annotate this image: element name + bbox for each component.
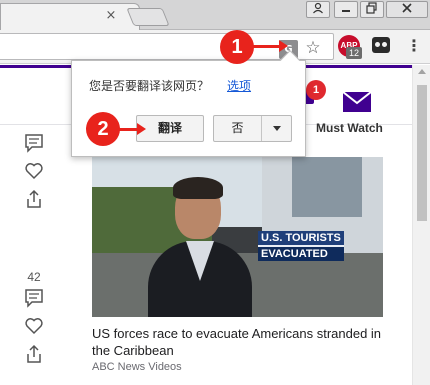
- adblock-badge: 12: [346, 47, 362, 59]
- scroll-up-arrow[interactable]: [418, 69, 426, 74]
- no-button[interactable]: 否: [213, 115, 292, 142]
- article-source: ABC News Videos: [92, 361, 182, 373]
- heart-icon[interactable]: [24, 316, 44, 336]
- side-actions-bottom: 42: [22, 270, 46, 372]
- vertical-scrollbar[interactable]: [412, 65, 430, 385]
- step-2-callout: 2: [86, 112, 120, 146]
- step-1-arrow: [252, 40, 288, 52]
- window-close-icon[interactable]: [386, 1, 428, 18]
- menu-icon[interactable]: ⋮: [406, 36, 422, 56]
- comment-icon[interactable]: [24, 133, 44, 153]
- anchor-figure: [148, 177, 252, 317]
- side-actions-top: [22, 133, 46, 217]
- tab-strip: ×: [0, 0, 430, 30]
- new-tab-button[interactable]: [126, 8, 170, 26]
- maximize-icon[interactable]: [360, 1, 384, 18]
- translate-question: 您是否要翻译该网页？: [89, 79, 210, 93]
- section-label: Must Watch: [316, 121, 383, 135]
- notification-badge: 1: [306, 80, 326, 100]
- browser-tab[interactable]: ×: [0, 3, 140, 30]
- share-icon[interactable]: [24, 344, 44, 364]
- step-2-arrow: [118, 123, 146, 135]
- translate-button[interactable]: 翻译: [136, 115, 204, 142]
- comment-count: 42: [27, 270, 41, 284]
- lower-third-line2: EVACUATED: [258, 247, 344, 261]
- minimize-icon[interactable]: [334, 1, 358, 18]
- user-icon[interactable]: [306, 1, 330, 18]
- lower-third: U.S. TOURISTS EVACUATED: [258, 231, 344, 261]
- share-icon[interactable]: [24, 189, 44, 209]
- chevron-down-icon[interactable]: [273, 126, 281, 131]
- scroll-thumb[interactable]: [417, 85, 427, 221]
- article-headline[interactable]: US forces race to evacuate Americans str…: [92, 325, 392, 359]
- options-link[interactable]: 选项: [227, 77, 251, 94]
- no-button-label[interactable]: 否: [214, 116, 262, 141]
- mail-icon[interactable]: [343, 92, 371, 112]
- comment-icon[interactable]: [24, 288, 44, 308]
- close-icon[interactable]: ×: [103, 8, 119, 24]
- lower-third-line1: U.S. TOURISTS: [258, 231, 344, 247]
- browser-toolbar: G ☆ ABP 12 ⋮: [0, 30, 430, 64]
- extension-icon[interactable]: [372, 37, 390, 53]
- video-thumbnail[interactable]: U.S. TOURISTS EVACUATED: [92, 157, 383, 317]
- step-1-callout: 1: [220, 30, 254, 64]
- heart-icon[interactable]: [24, 161, 44, 181]
- star-icon[interactable]: ☆: [303, 38, 323, 58]
